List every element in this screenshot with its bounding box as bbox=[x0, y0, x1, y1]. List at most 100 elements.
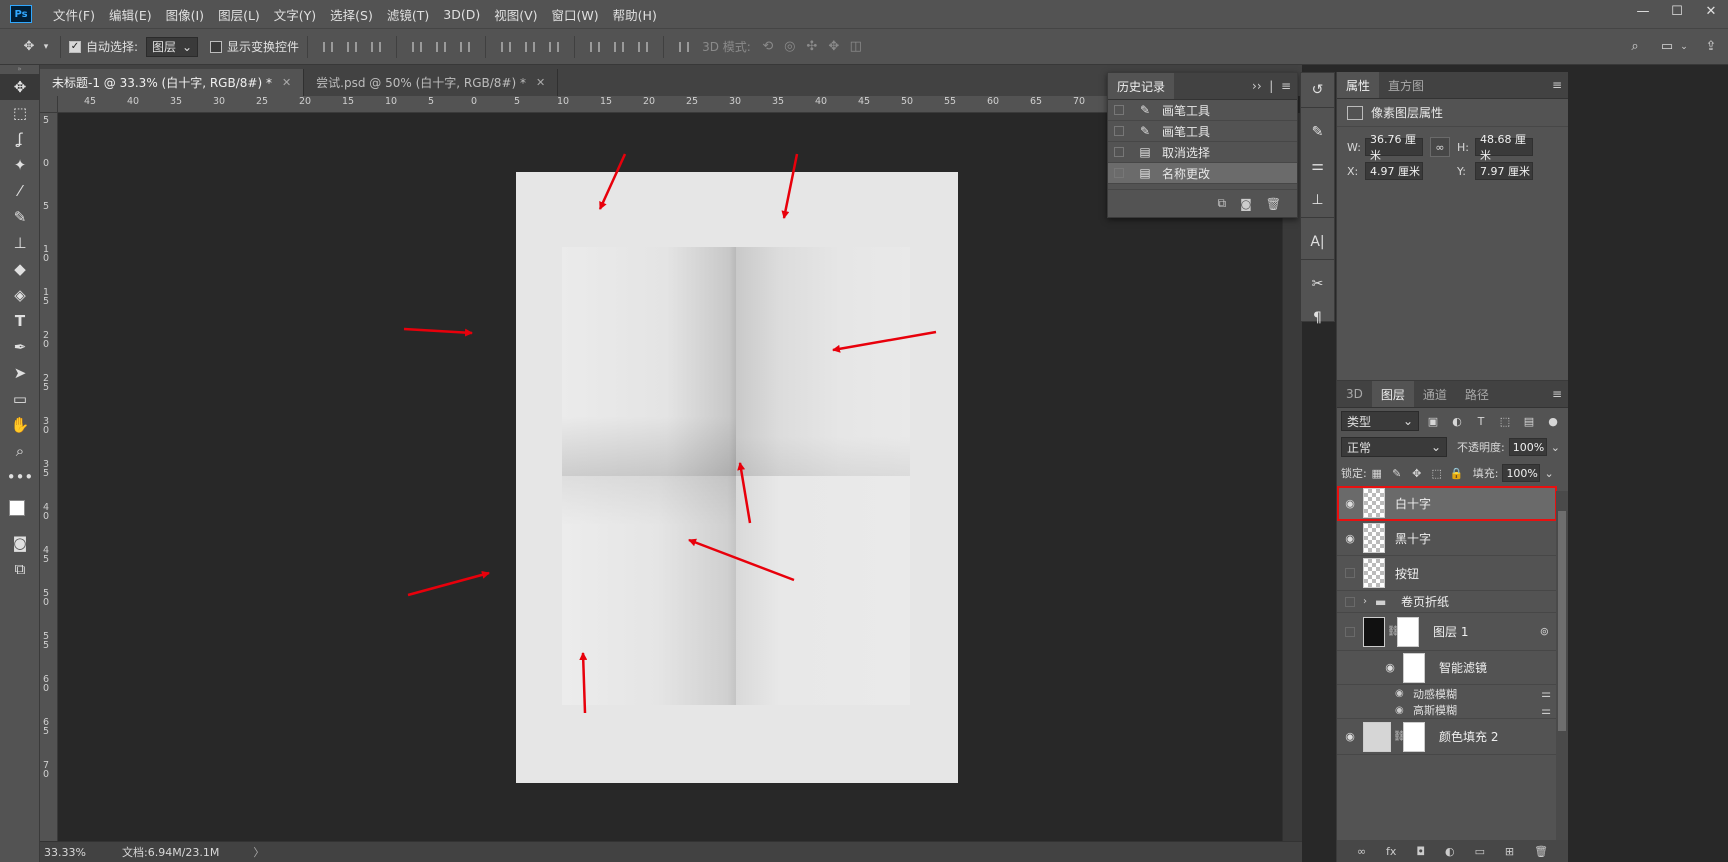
preset-dropdown-icon[interactable]: ▾ bbox=[40, 36, 52, 58]
move-tool-icon[interactable]: ✥ bbox=[0, 74, 40, 100]
foreground-color-swatch[interactable] bbox=[9, 500, 25, 516]
lock-pixels-icon[interactable]: ✎ bbox=[1387, 463, 1407, 483]
align-bottom-icon[interactable] bbox=[364, 36, 388, 58]
distribute-top-icon[interactable] bbox=[494, 36, 518, 58]
tab-3d[interactable]: 3D bbox=[1337, 381, 1372, 407]
character-icon[interactable]: A| bbox=[1301, 225, 1334, 259]
history-icon[interactable]: ↺ bbox=[1301, 73, 1334, 107]
adjustment-filter-icon[interactable]: ◐ bbox=[1447, 411, 1467, 431]
paragraph-icon[interactable]: ¶ bbox=[1301, 301, 1334, 335]
history-item[interactable]: ▤ 取消选择 bbox=[1108, 142, 1297, 163]
align-right-icon[interactable] bbox=[453, 36, 477, 58]
width-field[interactable]: 36.76 厘米 bbox=[1365, 133, 1423, 162]
align-hcenter-icon[interactable] bbox=[429, 36, 453, 58]
path-select-tool-icon[interactable]: ➤ bbox=[0, 360, 40, 386]
lock-transparent-icon[interactable]: ▦ bbox=[1367, 463, 1387, 483]
menu-file[interactable]: 文件(F) bbox=[46, 0, 102, 28]
tab-paths[interactable]: 路径 bbox=[1456, 381, 1498, 407]
eye-icon[interactable]: ◉ bbox=[1395, 705, 1404, 716]
vertical-ruler[interactable]: 5 0 5 10 15 20 25 30 35 40 45 50 55 60 65 70 bbox=[40, 96, 58, 841]
adjustment-layer-icon[interactable]: ◐ bbox=[1445, 845, 1455, 858]
type-tool-icon[interactable]: T bbox=[0, 308, 40, 334]
fx-icon[interactable]: fx bbox=[1386, 845, 1396, 858]
eye-icon[interactable]: ◉ bbox=[1337, 532, 1363, 545]
chevron-right-icon[interactable]: 〉 bbox=[253, 844, 264, 860]
snapshot-checkbox[interactable] bbox=[1114, 105, 1124, 115]
new-group-icon[interactable]: ▭ bbox=[1475, 845, 1485, 858]
rectangle-tool-icon[interactable]: ▭ bbox=[0, 386, 40, 412]
marquee-tool-icon[interactable]: ⬚ bbox=[0, 100, 40, 126]
y-field[interactable]: 7.97 厘米 bbox=[1475, 162, 1533, 180]
new-document-from-state-icon[interactable]: ⧉ bbox=[1218, 196, 1227, 211]
x-field[interactable]: 4.97 厘米 bbox=[1365, 162, 1423, 180]
distribute-hcenter-icon[interactable] bbox=[607, 36, 631, 58]
link-layers-icon[interactable]: ∞ bbox=[1357, 845, 1366, 858]
close-icon[interactable]: ✕ bbox=[536, 76, 545, 89]
zoom-level[interactable]: 33.33% bbox=[44, 846, 88, 859]
lock-artboard-icon[interactable]: ⬚ bbox=[1427, 463, 1447, 483]
filter-toggle-icon[interactable]: ● bbox=[1543, 411, 1563, 431]
image-filter-icon[interactable]: ▣ bbox=[1423, 411, 1443, 431]
zoom-tool-icon[interactable]: ⌕ bbox=[0, 438, 40, 464]
filter-kind-dropdown[interactable]: 类型 ⌄ bbox=[1341, 411, 1419, 431]
menu-select[interactable]: 选择(S) bbox=[323, 0, 380, 28]
align-top-icon[interactable] bbox=[316, 36, 340, 58]
snapshot-checkbox[interactable] bbox=[1114, 126, 1124, 136]
history-item[interactable]: ✎ 画笔工具 bbox=[1108, 121, 1297, 142]
menu-image[interactable]: 图像(I) bbox=[159, 0, 211, 28]
eye-icon[interactable]: ◉ bbox=[1337, 730, 1363, 743]
filter-row[interactable]: ◉ 动感模糊 ⚌ bbox=[1337, 685, 1557, 702]
brush-settings-icon[interactable]: ✎ bbox=[1301, 115, 1334, 149]
horizontal-ruler[interactable]: 45 40 35 30 25 20 15 10 5 0 5 10 15 20 25 30 35 40 45 50 55 6… bbox=[58, 96, 1282, 113]
menu-layer[interactable]: 图层(L) bbox=[211, 0, 267, 28]
more-tools-icon[interactable]: ••• bbox=[0, 464, 40, 490]
smart-filter-row[interactable]: ◉ 智能滤镜 bbox=[1337, 651, 1557, 685]
brush-tool-icon[interactable]: ✎ bbox=[0, 204, 40, 230]
layer-group-row[interactable]: › ▬ 卷页折纸 bbox=[1337, 591, 1557, 613]
trash-icon[interactable]: 🗑 bbox=[1266, 197, 1281, 211]
move-tool-preset-icon[interactable]: ✥ bbox=[18, 36, 40, 58]
tab-document-2[interactable]: 尝试.psd @ 50% (白十字, RGB/8#) * ✕ bbox=[304, 69, 559, 96]
smart-object-filter-icon[interactable]: ▤ bbox=[1519, 411, 1539, 431]
roll-3d-icon[interactable]: ◎ bbox=[779, 36, 801, 58]
history-item[interactable]: ✎ 画笔工具 bbox=[1108, 100, 1297, 121]
filter-options-icon[interactable]: ⚌ bbox=[1541, 687, 1551, 700]
auto-align-icon[interactable] bbox=[672, 36, 696, 58]
shape-filter-icon[interactable]: ⬚ bbox=[1495, 411, 1515, 431]
layers-scrollbar[interactable] bbox=[1556, 491, 1568, 841]
eye-icon[interactable]: ◉ bbox=[1377, 661, 1403, 674]
chevron-down-icon[interactable]: ⌄ bbox=[1544, 467, 1553, 480]
tab-properties[interactable]: 属性 bbox=[1337, 72, 1380, 98]
paint-bucket-tool-icon[interactable]: ◈ bbox=[0, 282, 40, 308]
workspace-icon[interactable]: ▭ bbox=[1656, 36, 1678, 58]
tab-channels[interactable]: 通道 bbox=[1414, 381, 1456, 407]
lock-position-icon[interactable]: ✥ bbox=[1407, 463, 1427, 483]
layer-row[interactable]: ◉ ⛓ 颜色填充 2 bbox=[1337, 719, 1557, 755]
chevron-down-icon[interactable]: ⌄ bbox=[1551, 441, 1560, 454]
search-icon[interactable]: ⌕ bbox=[1624, 36, 1646, 58]
eye-icon[interactable]: ◉ bbox=[1395, 688, 1404, 699]
blend-mode-dropdown[interactable]: 正常 ⌄ bbox=[1341, 437, 1447, 457]
camera-icon[interactable]: ◙ bbox=[1240, 197, 1252, 211]
scale-3d-icon[interactable]: ◫ bbox=[845, 36, 867, 58]
visibility-toggle[interactable] bbox=[1337, 626, 1363, 637]
minimize-button[interactable]: — bbox=[1626, 0, 1660, 22]
clone-source-icon[interactable]: ⊥ bbox=[1301, 183, 1334, 217]
close-icon[interactable]: ✕ bbox=[282, 76, 291, 89]
menu-filter[interactable]: 滤镜(T) bbox=[380, 0, 436, 28]
menu-edit[interactable]: 编辑(E) bbox=[102, 0, 159, 28]
layer-row[interactable]: ⛓ 图层 1 ⊚ bbox=[1337, 613, 1557, 651]
orbit-3d-icon[interactable]: ⟲ bbox=[757, 36, 779, 58]
distribute-bottom-icon[interactable] bbox=[542, 36, 566, 58]
stamp-tool-icon[interactable]: ⊥ bbox=[0, 230, 40, 256]
layer-row[interactable]: ◉ 黑十字 bbox=[1337, 521, 1557, 556]
align-vcenter-icon[interactable] bbox=[340, 36, 364, 58]
trash-icon[interactable]: 🗑 bbox=[1534, 845, 1548, 858]
slide-3d-icon[interactable]: ✥ bbox=[823, 36, 845, 58]
panel-menu-icon[interactable]: ≡ bbox=[1552, 381, 1568, 407]
layer-row[interactable]: 按钮 bbox=[1337, 556, 1557, 591]
canvas-area[interactable] bbox=[58, 113, 1282, 841]
visibility-toggle[interactable] bbox=[1337, 568, 1363, 578]
maximize-button[interactable]: ☐ bbox=[1660, 0, 1694, 22]
screen-mode-icon[interactable]: ⧉ bbox=[0, 556, 40, 582]
